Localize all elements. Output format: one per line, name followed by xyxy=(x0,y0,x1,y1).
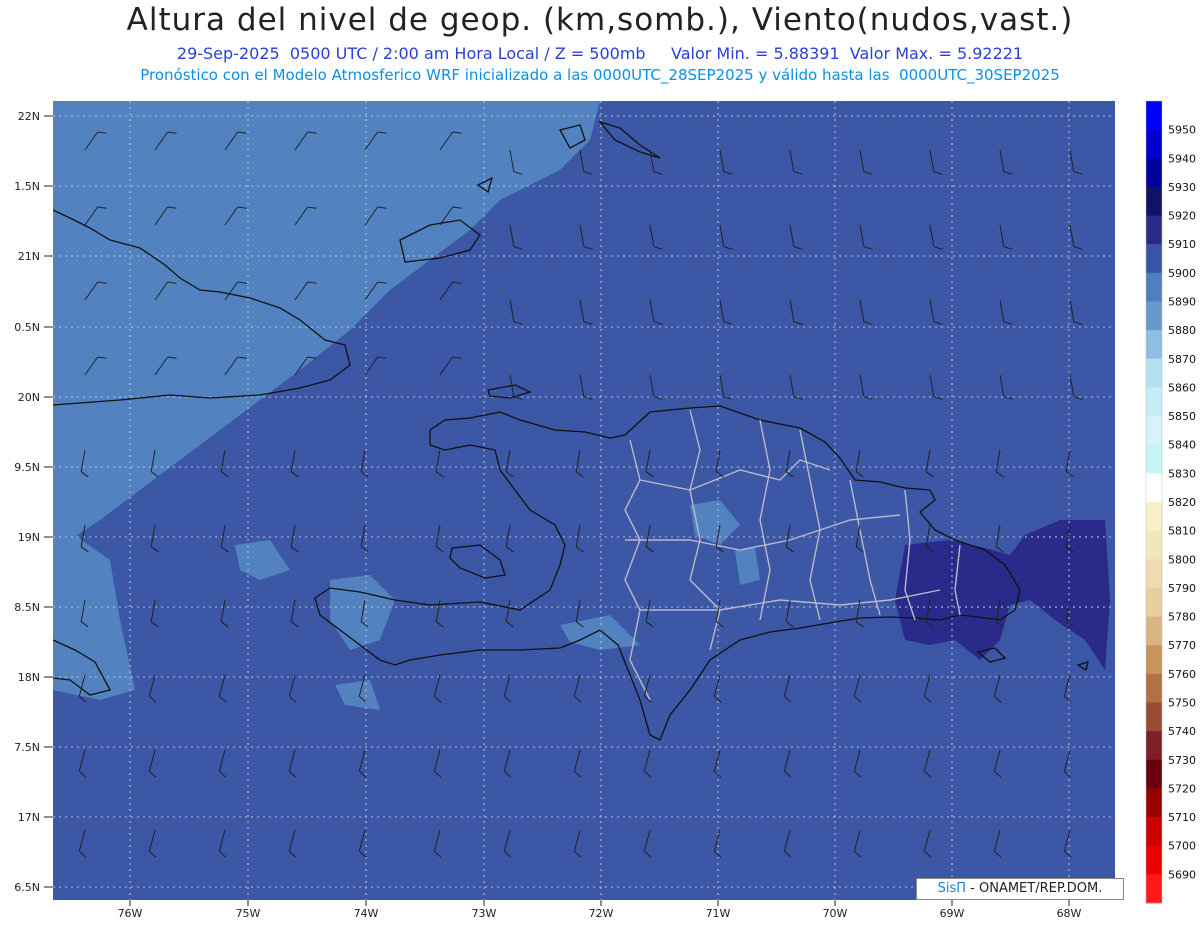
colorbar-swatch xyxy=(1146,645,1162,675)
colorbar-label: 5820 xyxy=(1168,496,1196,509)
colorbar-swatch xyxy=(1146,587,1162,618)
colorbar-swatch xyxy=(1146,358,1162,388)
lon-tick-label: 76W xyxy=(118,907,143,920)
latitude-labels: 22N 1.5N 21N 0.5N 20N 9.5N 19N 8.5N 18N 7.5N 17N 6.… xyxy=(14,110,53,894)
colorbar-label: 5740 xyxy=(1168,725,1196,738)
forecast-map: 22N 1.5N 21N 0.5N 20N 9.5N 19N 8.5N 18N 7.5N 17N 6.… xyxy=(14,100,1196,920)
colorbar-swatch xyxy=(1146,874,1162,904)
colorbar-label: 5800 xyxy=(1168,553,1196,566)
colorbar-label: 5710 xyxy=(1168,811,1196,824)
credit-brand: SisΠ xyxy=(937,881,967,896)
colorbar-swatch xyxy=(1146,702,1162,732)
colorbar-swatch xyxy=(1146,845,1162,875)
colorbar-label: 5910 xyxy=(1168,238,1196,251)
colorbar-label: 5720 xyxy=(1168,782,1196,795)
lon-tick-label: 69W xyxy=(940,907,965,920)
lat-tick-label: 19N xyxy=(18,531,40,544)
colorbar-swatch xyxy=(1146,330,1162,360)
colorbar-label: 5890 xyxy=(1168,296,1196,309)
lon-tick-label: 71W xyxy=(706,907,731,920)
colorbar-swatch xyxy=(1146,129,1162,159)
colorbar-swatch xyxy=(1146,473,1162,503)
lon-tick-label: 72W xyxy=(589,907,614,920)
longitude-labels: 76W 75W 74W 73W 72W 71W 70W 69W 68W xyxy=(118,900,1082,920)
lon-tick-label: 70W xyxy=(823,907,848,920)
colorbar-swatch xyxy=(1146,559,1162,589)
colorbar-label: 5880 xyxy=(1168,324,1196,337)
colorbar-label: 5870 xyxy=(1168,353,1196,366)
lon-tick-label: 73W xyxy=(472,907,497,920)
colorbar-swatch xyxy=(1146,301,1162,331)
model-run-subtitle: Pronóstico con el Modelo Atmosferico WRF… xyxy=(140,66,1060,84)
colorbar-label: 5690 xyxy=(1168,868,1196,881)
colorbar-label: 5750 xyxy=(1168,697,1196,710)
credit-box: SisΠ - ONAMET/REP.DOM. xyxy=(916,878,1124,900)
lat-tick-label: 0.5N xyxy=(14,321,40,334)
colorbar-swatch xyxy=(1146,272,1162,302)
lat-tick-label: 22N xyxy=(18,110,40,123)
lat-tick-label: 17N xyxy=(18,811,40,824)
colorbar-swatch xyxy=(1146,731,1162,761)
colorbar-swatch xyxy=(1146,158,1162,188)
colorbar-label: 5830 xyxy=(1168,467,1196,480)
colorbar-swatch xyxy=(1146,616,1162,646)
colorbar-swatch xyxy=(1146,215,1162,245)
colorbar-label: 5950 xyxy=(1168,124,1196,137)
colorbar-label: 5860 xyxy=(1168,381,1196,394)
colorbar-label: 5940 xyxy=(1168,152,1196,165)
colorbar-swatch xyxy=(1146,788,1162,818)
lon-tick-label: 75W xyxy=(236,907,261,920)
lat-tick-label: 18N xyxy=(18,671,40,684)
lat-tick-label: 1.5N xyxy=(14,180,40,193)
colorbar-label: 5840 xyxy=(1168,439,1196,452)
colorbar-swatch xyxy=(1146,759,1162,789)
colorbar-swatch xyxy=(1146,387,1162,417)
colorbar-label: 5730 xyxy=(1168,754,1196,767)
colorbar-swatch xyxy=(1146,502,1162,532)
lat-tick-label: 21N xyxy=(18,250,40,263)
lat-tick-label: 7.5N xyxy=(14,741,40,754)
colorbar-swatch xyxy=(1146,673,1162,703)
colorbar-swatch xyxy=(1146,444,1162,474)
valid-time-subtitle: 29-Sep-2025 0500 UTC / 2:00 am Hora Loca… xyxy=(176,44,1024,63)
colorbar-label: 5790 xyxy=(1168,582,1196,595)
colorbar-swatch xyxy=(1146,244,1162,274)
colorbar-label: 5770 xyxy=(1168,639,1196,652)
lon-tick-label: 74W xyxy=(354,907,379,920)
colorbar-label: 5850 xyxy=(1168,410,1196,423)
colorbar-label: 5760 xyxy=(1168,668,1196,681)
colorbar: 5950 5940 5930 5920 5910 5900 5890 5880 5870 5860… xyxy=(1145,100,1196,904)
lon-tick-label: 68W xyxy=(1057,907,1082,920)
lat-tick-label: 6.5N xyxy=(14,881,40,894)
colorbar-label: 5930 xyxy=(1168,181,1196,194)
colorbar-label: 5810 xyxy=(1168,525,1196,538)
colorbar-label: 5920 xyxy=(1168,210,1196,223)
lat-tick-label: 8.5N xyxy=(14,601,40,614)
colorbar-swatch xyxy=(1146,101,1162,131)
map-title: Altura del nivel de geop. (km,somb.), Vi… xyxy=(126,2,1074,38)
colorbar-swatch xyxy=(1146,817,1162,847)
colorbar-swatch xyxy=(1146,186,1162,217)
colorbar-label: 5780 xyxy=(1168,611,1196,624)
colorbar-label: 5700 xyxy=(1168,840,1196,853)
colorbar-swatch xyxy=(1146,416,1162,446)
colorbar-label: 5900 xyxy=(1168,267,1196,280)
colorbar-swatch xyxy=(1146,530,1162,560)
credit-text: - ONAMET/REP.DOM. xyxy=(970,881,1103,896)
lat-tick-label: 20N xyxy=(18,391,40,404)
lat-tick-label: 9.5N xyxy=(14,461,40,474)
